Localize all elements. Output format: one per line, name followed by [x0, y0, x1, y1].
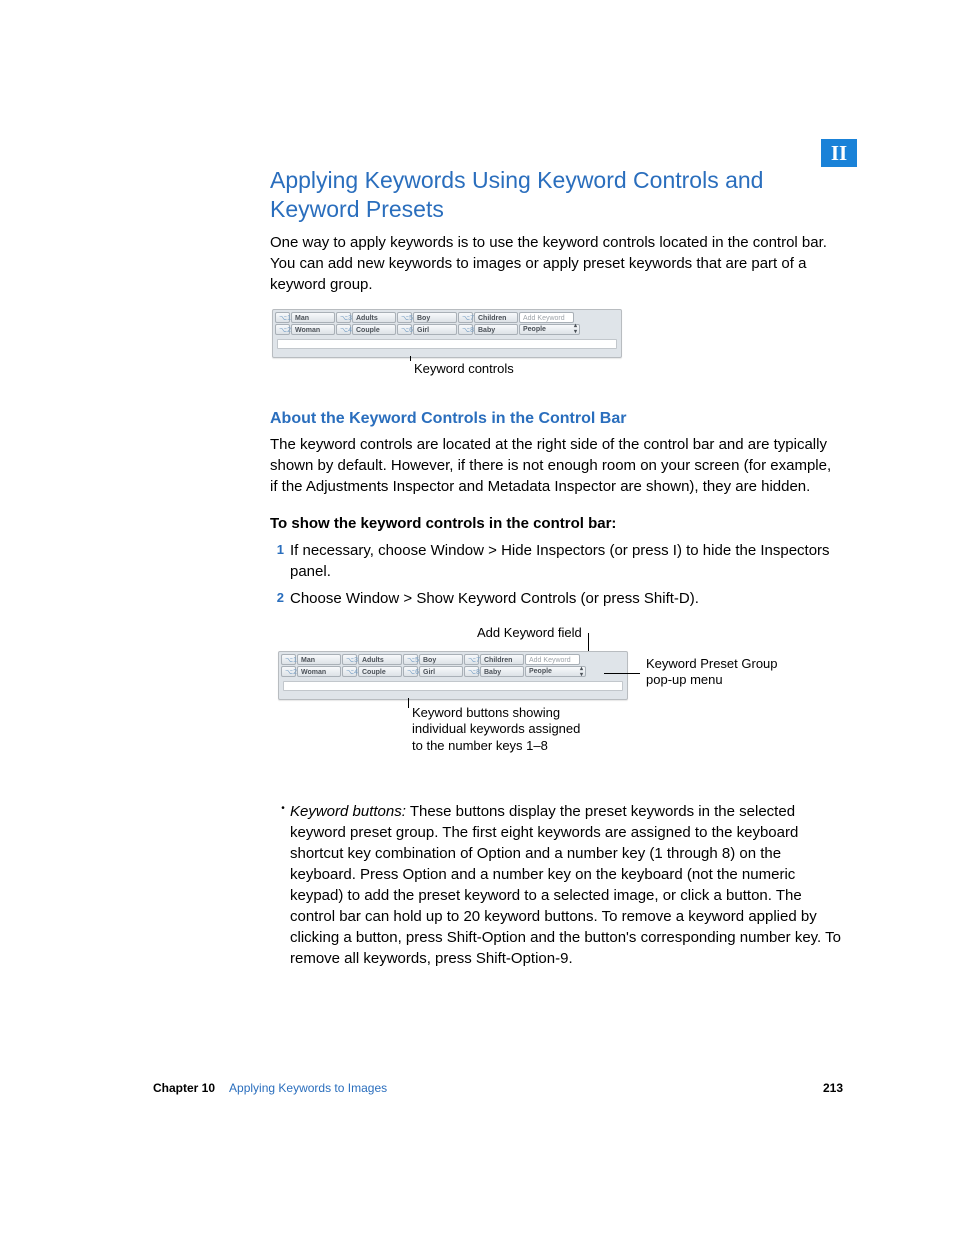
- preset-group-popup[interactable]: People ▴▾: [525, 666, 586, 677]
- kw-button-man[interactable]: Man: [291, 312, 335, 323]
- figure-keyword-controls-annotated: Add Keyword field ⌥1 Man ⌥3 Adults ⌥5 Bo…: [270, 631, 842, 771]
- bullet-dot-icon: •: [276, 801, 290, 969]
- kw-tag[interactable]: ⌥1: [275, 312, 290, 323]
- chapter-title: Applying Keywords to Images: [229, 1080, 387, 1097]
- instruction-heading: To show the keyword controls in the cont…: [270, 513, 842, 534]
- figure1-caption: Keyword controls: [414, 360, 842, 378]
- step-number: 2: [270, 588, 284, 609]
- kw-button-adults[interactable]: Adults: [358, 654, 402, 665]
- callout-keyword-buttons-l1: Keyword buttons showing: [412, 705, 580, 721]
- kw-button-children[interactable]: Children: [474, 312, 518, 323]
- list-item: • Keyword buttons: These buttons display…: [276, 801, 842, 969]
- bullet-text: Keyword buttons: These buttons display t…: [290, 801, 842, 969]
- subsection-body: The keyword controls are located at the …: [270, 434, 842, 497]
- kw-button-children[interactable]: Children: [480, 654, 524, 665]
- add-keyword-field[interactable]: Add Keyword: [519, 312, 574, 323]
- intro-paragraph: One way to apply keywords is to use the …: [270, 232, 842, 295]
- kw-button-girl[interactable]: Girl: [419, 666, 463, 677]
- step-list: 1 If necessary, choose Window > Hide Ins…: [270, 540, 842, 609]
- kw-tag[interactable]: ⌥7: [458, 312, 473, 323]
- preset-group-popup[interactable]: People ▴▾: [519, 324, 580, 335]
- kw-button-couple[interactable]: Couple: [352, 324, 396, 335]
- kw-tag[interactable]: ⌥8: [458, 324, 473, 335]
- step-number: 1: [270, 540, 284, 582]
- figure-keyword-controls: ⌥1 Man ⌥3 Adults ⌥5 Boy ⌥7 Children Add …: [270, 309, 842, 378]
- kw-button-baby[interactable]: Baby: [480, 666, 524, 677]
- kw-button-couple[interactable]: Couple: [358, 666, 402, 677]
- panel-bottom-bar: [283, 681, 623, 691]
- preset-group-label: People: [523, 324, 546, 335]
- kw-tag[interactable]: ⌥4: [342, 666, 357, 677]
- section-title: Applying Keywords Using Keyword Controls…: [270, 166, 842, 224]
- kw-button-adults[interactable]: Adults: [352, 312, 396, 323]
- callout-preset-group-l1: Keyword Preset Group: [646, 656, 778, 672]
- step-text: If necessary, choose Window > Hide Inspe…: [290, 540, 842, 582]
- kw-button-baby[interactable]: Baby: [474, 324, 518, 335]
- popup-arrows-icon: ▴▾: [574, 323, 577, 335]
- kw-tag[interactable]: ⌥4: [336, 324, 351, 335]
- keyword-controls-panel: ⌥1 Man ⌥3 Adults ⌥5 Boy ⌥7 Children Add …: [272, 309, 622, 358]
- step-item: 2 Choose Window > Show Keyword Controls …: [270, 588, 842, 609]
- kw-tag[interactable]: ⌥5: [397, 312, 412, 323]
- callout-keyword-buttons-l3: to the number keys 1–8: [412, 738, 580, 754]
- kw-tag[interactable]: ⌥2: [281, 666, 296, 677]
- panel-bottom-bar: [277, 339, 617, 349]
- callout-add-keyword-field: Add Keyword field: [477, 625, 582, 640]
- callout-keyword-buttons-l2: individual keywords assigned: [412, 721, 580, 737]
- kw-tag[interactable]: ⌥3: [336, 312, 351, 323]
- kw-tag[interactable]: ⌥1: [281, 654, 296, 665]
- kw-tag[interactable]: ⌥5: [403, 654, 418, 665]
- page-footer: Chapter 10 Applying Keywords to Images 2…: [153, 1080, 843, 1097]
- kw-button-boy[interactable]: Boy: [419, 654, 463, 665]
- popup-arrows-icon: ▴▾: [580, 666, 583, 678]
- callout-preset-group-l2: pop-up menu: [646, 672, 778, 688]
- kw-tag[interactable]: ⌥6: [403, 666, 418, 677]
- bullet-term: Keyword buttons:: [290, 803, 406, 820]
- add-keyword-field[interactable]: Add Keyword: [525, 654, 580, 665]
- part-tab: II: [821, 139, 857, 167]
- kw-tag[interactable]: ⌥6: [397, 324, 412, 335]
- kw-button-woman[interactable]: Woman: [291, 324, 335, 335]
- step-item: 1 If necessary, choose Window > Hide Ins…: [270, 540, 842, 582]
- page-content: Applying Keywords Using Keyword Controls…: [270, 166, 842, 979]
- kw-tag[interactable]: ⌥2: [275, 324, 290, 335]
- kw-button-girl[interactable]: Girl: [413, 324, 457, 335]
- kw-tag[interactable]: ⌥3: [342, 654, 357, 665]
- kw-button-man[interactable]: Man: [297, 654, 341, 665]
- kw-tag[interactable]: ⌥7: [464, 654, 479, 665]
- step-text: Choose Window > Show Keyword Controls (o…: [290, 588, 842, 609]
- page-number: 213: [823, 1080, 843, 1097]
- chapter-label: Chapter 10: [153, 1080, 215, 1097]
- bullet-body: These buttons display the preset keyword…: [290, 803, 841, 967]
- keyword-controls-panel: ⌥1 Man ⌥3 Adults ⌥5 Boy ⌥7 Children Add …: [278, 651, 628, 700]
- bullet-list: • Keyword buttons: These buttons display…: [276, 801, 842, 969]
- kw-tag[interactable]: ⌥8: [464, 666, 479, 677]
- preset-group-label: People: [529, 666, 552, 677]
- kw-button-boy[interactable]: Boy: [413, 312, 457, 323]
- kw-button-woman[interactable]: Woman: [297, 666, 341, 677]
- subsection-title: About the Keyword Controls in the Contro…: [270, 408, 842, 430]
